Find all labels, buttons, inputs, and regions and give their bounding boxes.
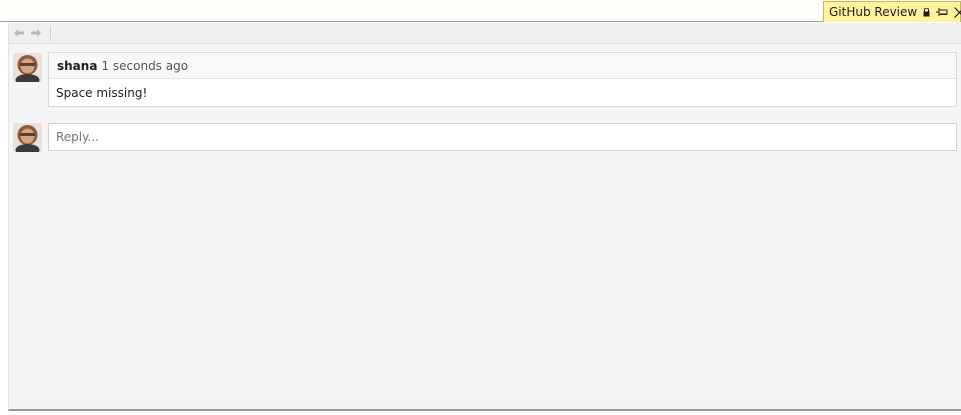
comment-author[interactable]: shana — [57, 59, 97, 73]
forward-arrow-icon[interactable] — [29, 25, 43, 41]
lock-icon[interactable] — [923, 5, 930, 19]
reply-input[interactable] — [48, 123, 957, 151]
tab-github-review[interactable]: GitHub Review — [823, 1, 961, 22]
pin-icon[interactable] — [936, 5, 948, 19]
tab-label: GitHub Review — [829, 5, 918, 19]
toolbar-separator — [50, 25, 51, 41]
back-arrow-icon[interactable] — [12, 25, 26, 41]
comment-header: shana 1 seconds ago — [49, 53, 956, 79]
review-panel: shana 1 seconds ago Space missing! — [8, 23, 961, 411]
document-tab-strip: GitHub Review — [0, 0, 961, 22]
close-icon[interactable] — [954, 5, 961, 19]
toolbar — [9, 23, 961, 44]
comment-card: shana 1 seconds ago Space missing! — [48, 52, 957, 107]
comment-timestamp: 1 seconds ago — [101, 58, 189, 73]
avatar — [13, 53, 42, 82]
comment-body: Space missing! — [56, 85, 148, 100]
reply-avatar — [13, 123, 42, 152]
